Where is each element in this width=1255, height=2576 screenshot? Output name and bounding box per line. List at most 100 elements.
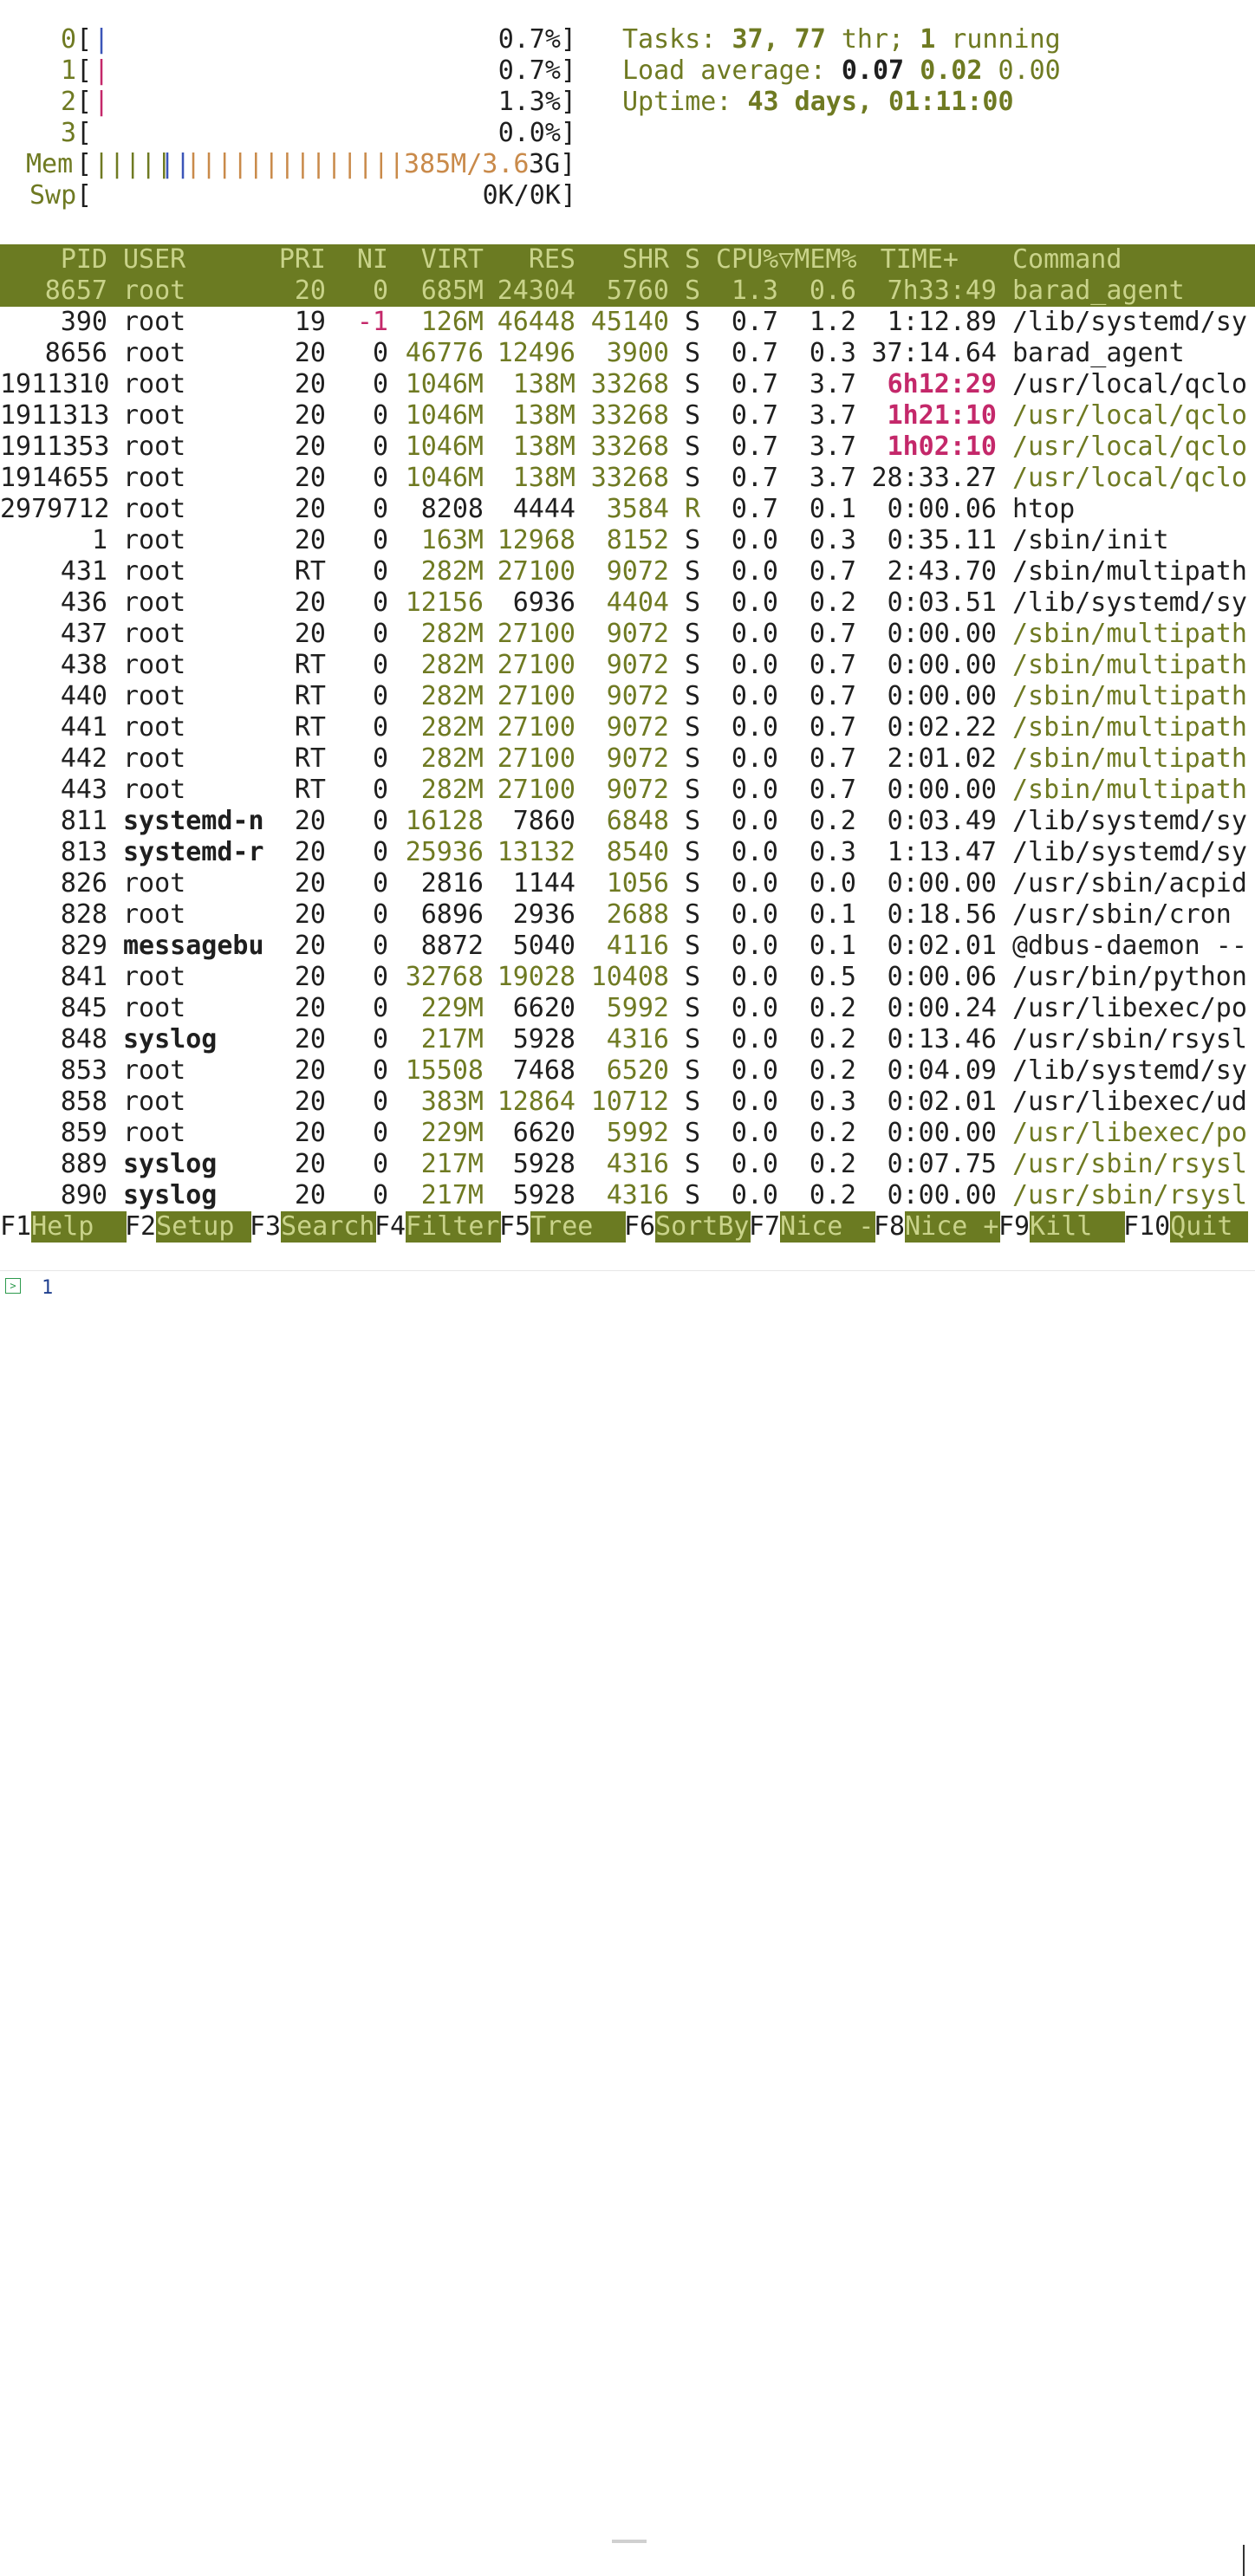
process-row[interactable]: 2979712 root 20 0 8208 4444 3584 R 0.7 0.1 0:00.06… <box>0 494 1255 525</box>
process-cpu-percent: 0.7 <box>731 494 778 524</box>
column-header-virt[interactable]: VIRT <box>395 244 484 276</box>
process-shr: 3584 <box>606 494 669 524</box>
process-res: 27100 <box>497 556 575 587</box>
process-row[interactable]: 859 root 20 0 229M 6620 5992 S 0.0 0.2 0:00.00/usr… <box>0 1118 1255 1149</box>
function-key-f3[interactable]: F3Search <box>250 1211 377 1243</box>
cpu-meter-label: 2 <box>60 87 76 117</box>
column-header-pid[interactable]: PID <box>0 244 107 276</box>
running-count: 1 <box>920 24 936 55</box>
column-header-user[interactable]: USER <box>123 244 270 276</box>
process-command: /usr/sbin/cron <box>1012 899 1232 930</box>
column-header-ni[interactable]: NI <box>338 244 388 276</box>
process-row[interactable]: 1 root 20 0 163M 12968 8152 S 0.0 0.3 0:35.11/sbin… <box>0 525 1255 556</box>
column-header-pri[interactable]: PRI <box>274 244 326 276</box>
process-row[interactable]: 841 root 20 0 32768 19028 10408 S 0.0 0.5 0:00.06 /… <box>0 962 1255 993</box>
function-key-f8[interactable]: F8Nice + <box>874 1211 1001 1243</box>
process-priority: 20 <box>294 1024 326 1054</box>
process-row[interactable]: 853 root 20 0 15508 7468 6520 S 0.0 0.2 0:04.09/li… <box>0 1055 1255 1087</box>
process-row[interactable]: 813 systemd-r 20 0 25936 13132 8540 S 0.0 0.3 1:13… <box>0 837 1255 868</box>
process-time: 0:00.24 <box>887 993 997 1023</box>
process-res: 7860 <box>512 806 575 836</box>
function-key-f2[interactable]: F2Setup <box>125 1211 252 1243</box>
process-row[interactable]: 390 root 19 -1 126M 46448 45140 S 0.7 1.2 1:12.89 /… <box>0 307 1255 338</box>
cpu-usage-value: 0.7%] <box>497 24 576 55</box>
process-shr: 4316 <box>606 1180 669 1210</box>
process-state: S <box>685 307 701 337</box>
process-row[interactable]: 845 root 20 0 229M 6620 5992 S 0.0 0.2 0:00.24/usr… <box>0 993 1255 1024</box>
function-key-label: Setup <box>156 1211 252 1243</box>
column-header-command[interactable]: Command <box>1012 244 1255 276</box>
process-row[interactable]: 443 root RT 0 282M 27100 9072 S 0.0 0.7 0:00.00/sb… <box>0 775 1255 806</box>
process-row[interactable]: 437 root 20 0 282M 27100 9072 S 0.0 0.7 0:00.00/sb… <box>0 619 1255 650</box>
process-row[interactable]: 890 syslog 20 0 217M 5928 4316 S 0.0 0.2 0:00.00/u… <box>0 1180 1255 1211</box>
function-key-f4[interactable]: F4Filter <box>374 1211 502 1243</box>
process-row[interactable]: 828 root 20 0 6896 2936 2688 S 0.0 0.1 0:18.56/usr… <box>0 899 1255 931</box>
process-row[interactable]: 442 root RT 0 282M 27100 9072 S 0.0 0.7 2:01.02/sb… <box>0 743 1255 775</box>
process-mem-percent: 0.7 <box>809 775 856 805</box>
process-pid: 845 <box>60 993 107 1023</box>
process-command: barad_agent <box>1012 276 1185 306</box>
terminal-input-text[interactable]: 1 <box>42 1273 53 1304</box>
process-row[interactable]: 1914655 root 20 0 1046M 138M 33268 S 0.7 3.7 28:33… <box>0 463 1255 494</box>
process-nice: 0 <box>372 1055 388 1086</box>
process-time: 0:03.51 <box>887 587 997 618</box>
process-cpu-percent: 0.0 <box>731 1087 778 1117</box>
process-cpu-percent: 0.0 <box>731 931 778 961</box>
column-header-shr[interactable]: SHR <box>579 244 669 276</box>
process-time: 2:43.70 <box>887 556 997 587</box>
process-pid: 1914655 <box>0 463 110 493</box>
process-pid: 1 <box>91 525 107 555</box>
process-nice: 0 <box>372 400 388 431</box>
process-row[interactable]: 1911313 root 20 0 1046M 138M 33268 S 0.7 3.7 1h21:… <box>0 400 1255 431</box>
process-state: S <box>685 931 701 961</box>
process-mem-percent: 0.7 <box>809 712 856 743</box>
process-cpu-percent: 0.0 <box>731 1024 778 1054</box>
process-row[interactable]: 858 root 20 0 383M 12864 10712 S 0.0 0.3 0:02.01/u… <box>0 1087 1255 1118</box>
process-row[interactable]: 826 root 20 0 2816 1144 1056 S 0.0 0.0 0:00.00/usr… <box>0 868 1255 899</box>
load-average: Load average: 0.07 0.02 0.00 <box>622 55 1246 87</box>
process-user: systemd-r <box>123 837 264 867</box>
process-row-selected[interactable]: 8657 root 20 0 685M 24304 5760 S 1.3 0.6 7h33:49 ba… <box>0 276 1255 307</box>
process-state: S <box>685 993 701 1023</box>
column-header-cpu-mem[interactable]: CPU%▽MEM% <box>716 244 863 276</box>
function-key-f6[interactable]: F6SortBy <box>624 1211 751 1243</box>
process-virt: 282M <box>420 681 484 711</box>
column-header-s[interactable]: S <box>685 244 702 276</box>
resize-grip[interactable] <box>612 2540 647 2543</box>
function-key-f5[interactable]: F5Tree <box>499 1211 627 1243</box>
function-key-f10[interactable]: F10Quit <box>1123 1211 1249 1243</box>
process-command: /usr/local/qclo <box>1012 463 1247 493</box>
process-row[interactable]: 1911353 root 20 0 1046M 138M 33268 S 0.7 3.7 1h02:… <box>0 431 1255 463</box>
process-row[interactable]: 889 syslog 20 0 217M 5928 4316 S 0.0 0.2 0:07.75/u… <box>0 1149 1255 1180</box>
process-time: 2:01.02 <box>887 743 997 774</box>
process-row[interactable]: 440 root RT 0 282M 27100 9072 S 0.0 0.7 0:00.00/sb… <box>0 681 1255 712</box>
process-row[interactable]: 1911310 root 20 0 1046M 138M 33268 S 0.7 3.7 6h12:… <box>0 369 1255 400</box>
process-row[interactable]: 431 root RT 0 282M 27100 9072 S 0.0 0.7 2:43.70/sb… <box>0 556 1255 587</box>
function-key-f9[interactable]: F9Kill <box>998 1211 1126 1243</box>
process-command: /sbin/multipath <box>1012 556 1247 587</box>
process-row[interactable]: 8656 root 20 0 46776 12496 3900 S 0.7 0.3 37:14.64… <box>0 338 1255 369</box>
process-nice: 0 <box>372 1024 388 1054</box>
function-key-f7[interactable]: F7Nice - <box>749 1211 876 1243</box>
process-user: root <box>123 1087 186 1117</box>
column-header-time[interactable]: TIME+ <box>867 244 959 276</box>
process-row[interactable]: 441 root RT 0 282M 27100 9072 S 0.0 0.7 0:02.22/sb… <box>0 712 1255 743</box>
process-nice: 0 <box>372 619 388 649</box>
function-key-f1[interactable]: F1Help <box>0 1211 127 1243</box>
process-nice: 0 <box>372 369 388 399</box>
process-row[interactable]: 811 systemd-n 20 0 16128 7860 6848 S 0.0 0.2 0:03.… <box>0 806 1255 837</box>
process-nice: 0 <box>372 681 388 711</box>
column-header-res[interactable]: RES <box>487 244 575 276</box>
process-user: root <box>123 400 186 431</box>
process-virt: 15508 <box>405 1055 484 1086</box>
function-key-label: Nice + <box>905 1211 1001 1243</box>
process-row[interactable]: 848 syslog 20 0 217M 5928 4316 S 0.0 0.2 0:13.46/u… <box>0 1024 1255 1055</box>
terminal-input-bar[interactable]: > 1 <box>0 1270 1255 2576</box>
process-row[interactable]: 829 messagebu 20 0 8872 5040 4116 S 0.0 0.1 0:02.0… <box>0 931 1255 962</box>
process-row[interactable]: 438 root RT 0 282M 27100 9072 S 0.0 0.7 0:00.00/sb… <box>0 650 1255 681</box>
function-key-label: Kill <box>1030 1211 1126 1243</box>
process-user: root <box>123 307 186 337</box>
process-row[interactable]: 436 root 20 0 12156 6936 4404 S 0.0 0.2 0:03.51/li… <box>0 587 1255 619</box>
process-res: 12496 <box>497 338 575 368</box>
